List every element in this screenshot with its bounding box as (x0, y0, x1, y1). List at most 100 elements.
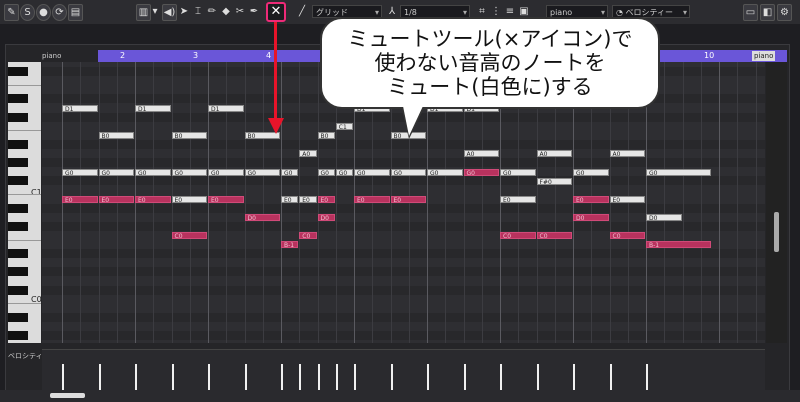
black-key[interactable] (8, 249, 28, 259)
velocity-bar[interactable] (573, 364, 575, 390)
velocity-bar[interactable] (536, 364, 539, 390)
note[interactable]: G0 (500, 168, 536, 176)
velocity-bar[interactable] (463, 364, 466, 390)
scissors-tool-icon[interactable]: ✂ (234, 4, 246, 19)
velocity-bar[interactable] (335, 364, 338, 390)
velocity-bar[interactable] (427, 364, 429, 390)
velocity-bar[interactable] (646, 364, 648, 390)
black-key[interactable] (8, 267, 28, 277)
note[interactable]: B0 (171, 132, 207, 140)
note[interactable]: B0 (317, 132, 335, 140)
velocity-bar[interactable] (390, 364, 393, 390)
note[interactable]: E0 (299, 195, 317, 203)
note[interactable]: G0 (317, 168, 335, 176)
note[interactable]: G0 (208, 168, 244, 176)
velocity-bar[interactable] (62, 364, 64, 390)
muted-note[interactable]: E0 (208, 195, 244, 203)
velocity-bar[interactable] (135, 364, 137, 390)
note[interactable]: G0 (62, 168, 98, 176)
note[interactable]: G0 (646, 168, 711, 176)
velocity-bar[interactable] (317, 364, 320, 390)
speaker-icon[interactable]: ◀) (162, 4, 177, 21)
note[interactable]: G0 (354, 168, 390, 176)
muted-note[interactable]: C0 (500, 232, 536, 240)
note[interactable]: G0 (244, 168, 280, 176)
velocity-bar[interactable] (609, 364, 612, 390)
note[interactable]: A0 (463, 150, 499, 158)
muted-note[interactable]: B-1 (281, 241, 299, 249)
muted-note[interactable]: D0 (244, 214, 280, 221)
chevron-down-icon[interactable]: ▾ (150, 4, 160, 19)
note[interactable]: D1 (208, 104, 244, 112)
line-tool-icon[interactable]: ╱ (296, 4, 308, 19)
settings-icon[interactable]: ⚙ (777, 4, 792, 21)
velocity-bar[interactable] (299, 364, 302, 390)
range-tool-icon[interactable]: ⌶ (192, 4, 204, 19)
note[interactable]: A0 (536, 150, 572, 158)
record-icon[interactable]: ● (36, 4, 51, 21)
note[interactable]: G0 (135, 168, 171, 176)
note[interactable]: G0 (171, 168, 207, 176)
mute-tool-icon[interactable]: ✕ (266, 2, 286, 22)
note[interactable]: G0 (390, 168, 426, 176)
note[interactable]: B0 (98, 132, 134, 140)
window-icon[interactable]: ▭ (743, 4, 758, 21)
horizontal-scroll-thumb[interactable] (50, 393, 85, 398)
pin-icon[interactable]: ✎ (4, 4, 19, 21)
muted-note[interactable]: C0 (171, 232, 207, 240)
black-key[interactable] (8, 139, 28, 149)
vertical-scrollbar[interactable] (766, 62, 787, 343)
solo-icon[interactable]: S (20, 4, 35, 21)
note[interactable]: G0 (281, 168, 299, 176)
glue-tool-icon[interactable]: ✒ (248, 4, 260, 19)
black-key[interactable] (8, 221, 28, 231)
muted-note[interactable]: D0 (317, 214, 335, 221)
muted-note[interactable]: E0 (98, 195, 134, 203)
eraser-tool-icon[interactable]: ◆ (220, 4, 232, 19)
black-key[interactable] (8, 285, 28, 295)
velocity-bar[interactable] (500, 364, 502, 390)
note[interactable]: G0 (427, 168, 463, 176)
note[interactable]: D1 (62, 104, 98, 112)
black-key[interactable] (8, 94, 28, 104)
velocity-bar[interactable] (281, 364, 283, 390)
note[interactable]: E0 (500, 195, 536, 203)
note[interactable]: D1 (135, 104, 171, 112)
muted-note[interactable]: C0 (299, 232, 317, 240)
black-key[interactable] (8, 312, 28, 322)
horizontal-scrollbar[interactable] (0, 390, 800, 402)
velocity-bar[interactable] (171, 364, 174, 390)
note[interactable]: E0 (281, 195, 299, 203)
velocity-lane[interactable] (42, 349, 765, 392)
vertical-scroll-thumb[interactable] (774, 212, 779, 252)
note[interactable]: D0 (646, 214, 682, 221)
muted-note[interactable]: E0 (390, 195, 426, 203)
note[interactable]: E0 (609, 195, 645, 203)
panel-icon[interactable]: ▥ (136, 4, 151, 21)
black-key[interactable] (8, 158, 28, 168)
muted-note[interactable]: E0 (573, 195, 609, 203)
muted-note[interactable]: C0 (609, 232, 645, 240)
muted-note[interactable]: E0 (62, 195, 98, 203)
link-icon[interactable]: ⟳ (52, 4, 67, 21)
pencil-tool-icon[interactable]: ✏ (206, 4, 218, 19)
note[interactable]: G0 (573, 168, 609, 176)
black-key[interactable] (8, 331, 28, 340)
info-icon[interactable]: ▤ (68, 4, 83, 21)
muted-note[interactable]: D0 (573, 214, 609, 221)
muted-note[interactable]: B-1 (646, 241, 711, 249)
black-key[interactable] (8, 176, 28, 186)
layout-icon[interactable]: ◧ (760, 4, 775, 21)
note[interactable]: C1 (335, 123, 353, 130)
muted-note[interactable]: E0 (354, 195, 390, 203)
velocity-bar[interactable] (354, 364, 356, 390)
note[interactable]: E0 (171, 195, 207, 203)
black-key[interactable] (8, 203, 28, 213)
note[interactable]: F#0 (536, 177, 572, 185)
muted-note[interactable]: G0 (463, 168, 499, 176)
piano-keyboard[interactable]: C1 C0 (8, 62, 41, 343)
muted-note[interactable]: E0 (317, 195, 335, 203)
note[interactable]: G0 (98, 168, 134, 176)
velocity-bar[interactable] (244, 364, 247, 390)
black-key[interactable] (8, 67, 28, 77)
